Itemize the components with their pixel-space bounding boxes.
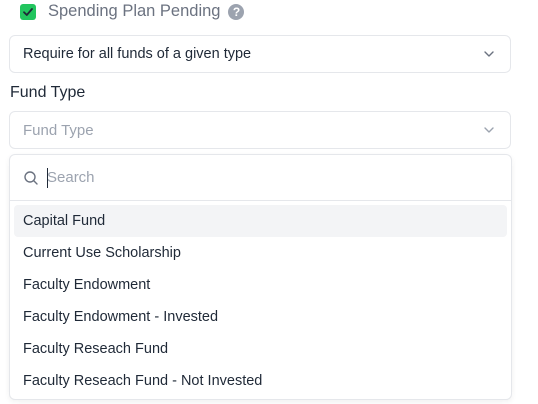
fund-rules-form: Spending Plan Pending ? Require for all …: [0, 0, 538, 404]
fund-type-placeholder: Fund Type: [23, 121, 94, 139]
help-icon[interactable]: ?: [228, 3, 245, 20]
chevron-down-icon: [484, 127, 494, 133]
spending-plan-row: Spending Plan Pending ?: [20, 0, 245, 22]
fund-type-dropdown: Capital FundCurrent Use ScholarshipFacul…: [9, 154, 512, 400]
fund-type-option[interactable]: Current Use Scholarship: [14, 237, 507, 269]
fund-type-select[interactable]: Fund Type: [9, 111, 511, 149]
fund-type-option[interactable]: Faculty Endowment: [14, 269, 507, 301]
fund-type-options: Capital Fund Current Use Scholarship Facul…: [10, 201, 511, 397]
fund-type-option[interactable]: Capital Fund: [14, 205, 507, 237]
dropdown-search-input[interactable]: [47, 169, 467, 186]
dropdown-search-row: [10, 155, 511, 201]
fund-type-option[interactable]: Faculty Endowment - Invested: [14, 301, 507, 333]
fund-type-option[interactable]: Faculty Reseach Fund: [14, 333, 507, 365]
chevron-down-icon: [484, 51, 494, 57]
fund-type-option[interactable]: Faculty Reseach Fund - Not Invested: [14, 365, 507, 397]
spending-plan-label[interactable]: Spending Plan Pending: [48, 2, 220, 21]
spending-plan-checkbox[interactable]: [20, 4, 36, 20]
checkmark-icon: [23, 8, 33, 16]
requirement-select-value: Require for all funds of a given type: [23, 46, 252, 62]
text-caret: [47, 168, 48, 188]
fund-type-label: Fund Type: [10, 84, 86, 101]
requirement-select[interactable]: Require for all funds of a given type: [9, 35, 511, 73]
search-icon: [24, 170, 38, 185]
